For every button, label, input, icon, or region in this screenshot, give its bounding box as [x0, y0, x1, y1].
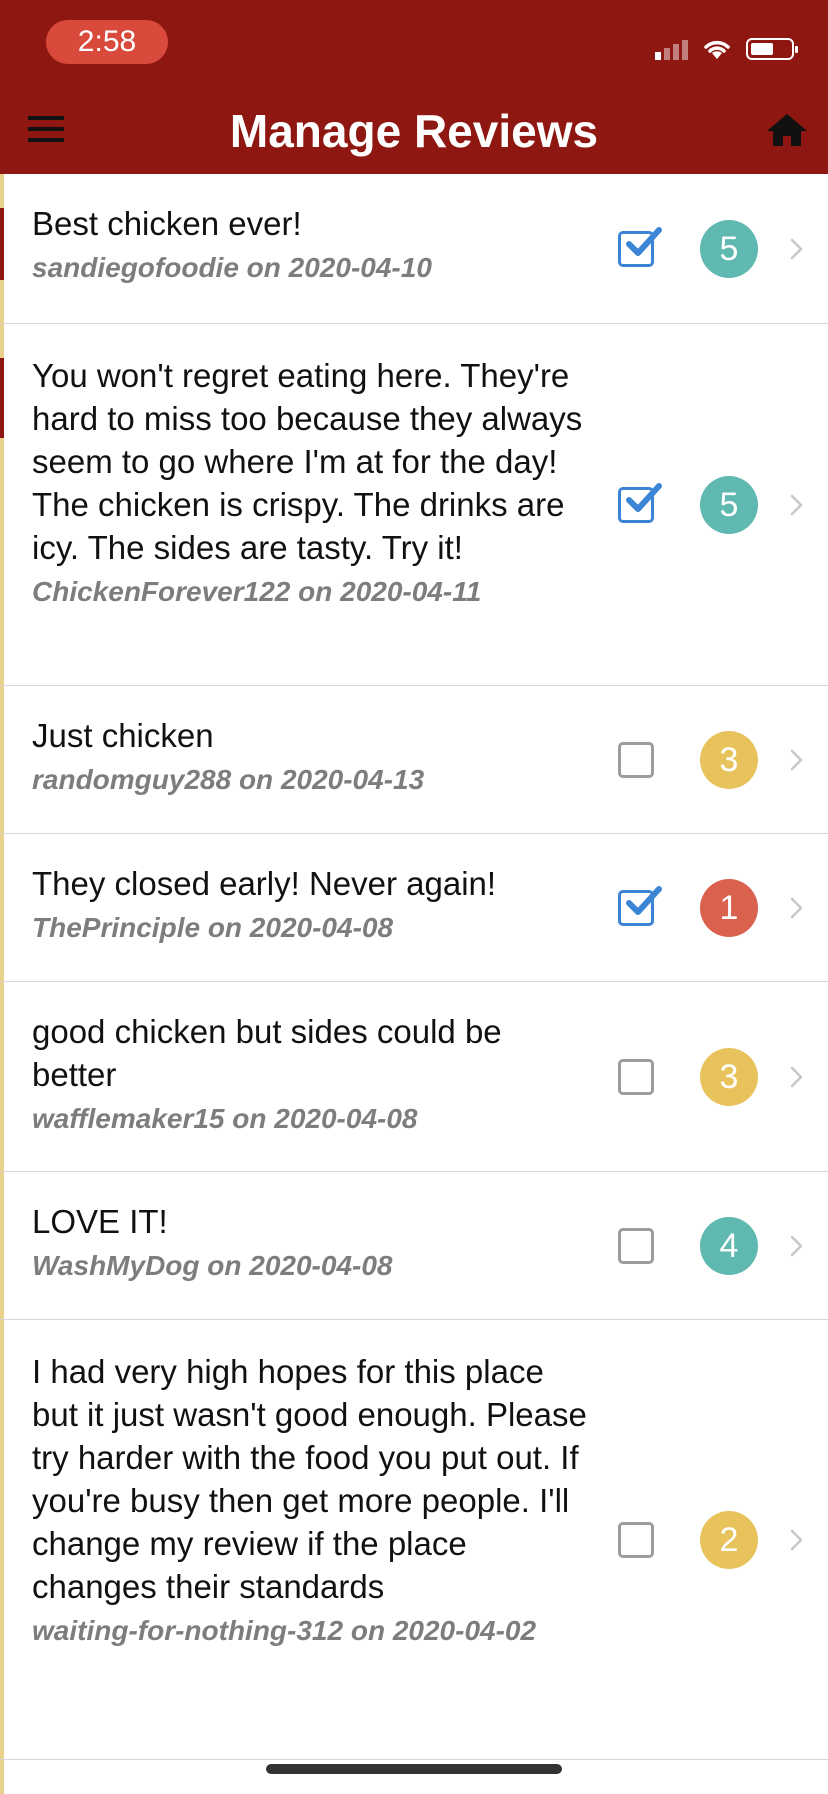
checkbox-unchecked[interactable]	[618, 1059, 654, 1095]
page-title: Manage Reviews	[229, 105, 599, 157]
checkbox-checked[interactable]	[618, 483, 662, 523]
review-author-date: wafflemaker15 on 2020-04-08	[32, 1103, 418, 1134]
chevron-right-icon[interactable]	[790, 494, 804, 516]
app-header: 2:58 Manage Reviews	[0, 0, 828, 174]
rating-badge: 3	[700, 1048, 758, 1106]
chevron-right-icon[interactable]	[790, 897, 804, 919]
checkmark-icon	[626, 886, 662, 915]
review-row[interactable]: good chicken but sides could be better wa…	[0, 982, 828, 1172]
review-author-date: ThePrinciple on 2020-04-08	[32, 912, 394, 943]
rating-badge: 2	[700, 1511, 758, 1569]
review-row[interactable]: They closed early! Never again! ThePrinci…	[0, 834, 828, 982]
chevron-right-icon[interactable]	[790, 1235, 804, 1257]
rating-badge: 5	[700, 220, 758, 278]
review-text: good chicken but sides could be better	[32, 1013, 502, 1093]
review-row[interactable]: Just chicken randomguy288 on 2020-04-13 3	[0, 686, 828, 834]
review-text: Just chicken	[32, 717, 214, 754]
review-row[interactable]: You won't regret eating here. They're ha…	[0, 324, 828, 686]
checkbox-checked[interactable]	[618, 227, 662, 267]
review-text: They closed early! Never again!	[32, 865, 497, 902]
row-accent-bar	[0, 208, 4, 280]
battery-icon	[746, 38, 798, 60]
home-icon[interactable]	[766, 112, 808, 148]
wifi-icon	[704, 40, 730, 59]
review-row[interactable]: LOVE IT! WashMyDog on 2020-04-08 4	[0, 1172, 828, 1320]
rating-badge: 5	[700, 476, 758, 534]
review-author-date: randomguy288 on 2020-04-13	[32, 764, 425, 795]
checkbox-checked[interactable]	[618, 886, 662, 926]
rating-badge: 4	[700, 1217, 758, 1275]
checkbox-unchecked[interactable]	[618, 1228, 654, 1264]
review-text: Best chicken ever!	[32, 205, 302, 242]
review-author-date: WashMyDog on 2020-04-08	[32, 1250, 393, 1281]
review-row[interactable]: I had very high hopes for this place but…	[0, 1320, 828, 1760]
chevron-right-icon[interactable]	[790, 1066, 804, 1088]
review-text: LOVE IT!	[32, 1203, 168, 1240]
reviews-list: Best chicken ever! sandiegofoodie on 2020…	[0, 174, 828, 1794]
chevron-right-icon[interactable]	[790, 749, 804, 771]
review-author-date: sandiegofoodie on 2020-04-10	[32, 252, 432, 283]
review-author-date: waiting-for-nothing-312 on 2020-04-02	[32, 1615, 537, 1646]
review-row[interactable]: Best chicken ever! sandiegofoodie on 2020…	[0, 174, 828, 324]
review-text: I had very high hopes for this place but…	[32, 1353, 587, 1605]
chevron-right-icon[interactable]	[790, 238, 804, 260]
rating-badge: 3	[700, 731, 758, 789]
review-text: You won't regret eating here. They're ha…	[32, 357, 583, 566]
checkbox-unchecked[interactable]	[618, 742, 654, 778]
rating-badge: 1	[700, 879, 758, 937]
checkbox-unchecked[interactable]	[618, 1522, 654, 1558]
status-time: 2:58	[46, 20, 168, 64]
cellular-signal-icon	[655, 38, 688, 60]
checkmark-icon	[626, 483, 662, 512]
status-indicators	[655, 34, 798, 64]
review-author-date: ChickenForever122 on 2020-04-11	[32, 576, 482, 607]
row-accent-bar	[0, 358, 4, 438]
checkmark-icon	[626, 227, 662, 256]
chevron-right-icon[interactable]	[790, 1529, 804, 1551]
home-indicator[interactable]	[266, 1764, 562, 1774]
